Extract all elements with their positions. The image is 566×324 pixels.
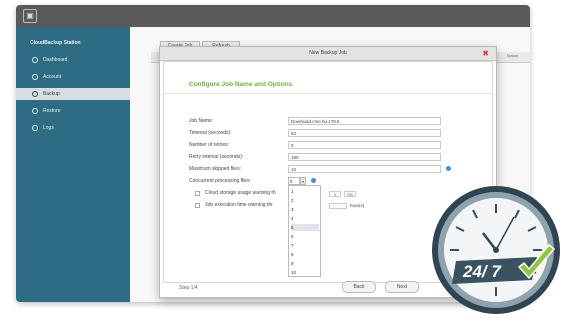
concurrent-select[interactable]: 5: [288, 177, 300, 185]
clock-center: [493, 247, 499, 253]
retries-input[interactable]: 5: [288, 141, 441, 149]
sidebar-item-dashboard[interactable]: Dashboard: [16, 54, 130, 66]
sidebar-item-restore[interactable]: Restore: [16, 105, 130, 117]
retries-label: Number of retries:: [189, 142, 230, 148]
top-bar: ▣: [16, 5, 530, 27]
dropdown-option[interactable]: 4: [291, 215, 319, 222]
account-icon: [32, 74, 38, 80]
cloud-usage-label: Cloud storage usage warning th: [205, 190, 276, 196]
dropdown-option[interactable]: 9: [291, 260, 319, 267]
dropdown-option[interactable]: 2: [291, 197, 319, 204]
usage-unit-select[interactable]: GB: [344, 191, 356, 197]
badge-text: 24/ 7: [462, 262, 502, 281]
exec-time-input[interactable]: [329, 203, 347, 209]
sidebar-title: CloudBackup Station: [30, 40, 81, 46]
chevron-down-icon[interactable]: ▾: [300, 177, 306, 185]
dropdown-option[interactable]: 7: [291, 242, 319, 249]
concurrent-label: Concurrent processing files:: [189, 178, 251, 184]
timeout-label: Timeout (seconds):: [189, 130, 232, 136]
retry-interval-input[interactable]: 180: [288, 153, 441, 161]
exec-time-label: Job execution time warning thr: [205, 202, 273, 208]
cloud-usage-checkbox[interactable]: [195, 191, 200, 196]
max-skipped-label: Maximum skipped files:: [189, 166, 241, 172]
dropdown-option[interactable]: 3: [291, 206, 319, 213]
sidebar-item-label: Restore: [43, 108, 61, 114]
sidebar-item-account[interactable]: Account: [16, 71, 130, 83]
dropdown-option[interactable]: 10: [291, 269, 319, 276]
restore-icon: [32, 108, 38, 114]
next-button[interactable]: Next: [385, 281, 419, 293]
divider: [164, 93, 492, 94]
sidebar-item-backup[interactable]: Backup: [16, 88, 130, 100]
exec-time-checkbox[interactable]: [195, 203, 200, 208]
section-title: Configure Job Name and Options: [189, 81, 293, 88]
dropdown-option[interactable]: 8: [291, 251, 319, 258]
dropdown-option-selected[interactable]: 5: [291, 224, 319, 231]
close-icon[interactable]: ✖: [482, 47, 489, 60]
dropdown-option[interactable]: 1: [291, 188, 319, 195]
grid-column-header[interactable]: Status: [507, 53, 518, 58]
backup-icon: [32, 91, 38, 97]
sidebar-item-label: Backup: [43, 91, 60, 97]
job-name-label: Job Name:: [189, 118, 214, 124]
sidebar-item-label: Dashboard: [43, 57, 68, 63]
clock-badge: 24/ 7: [432, 186, 560, 314]
timeout-input[interactable]: 60: [288, 129, 441, 137]
usage-threshold-input[interactable]: 0: [329, 191, 341, 197]
sidebar-item-logs[interactable]: Logs: [16, 122, 130, 134]
dialog-title-text: New Backup Job: [309, 50, 347, 56]
logs-icon: [32, 125, 38, 131]
retry-interval-label: Retry interval (seconds):: [189, 154, 244, 160]
step-indicator: Step 1/4: [179, 285, 198, 291]
sidebar-item-label: Account: [43, 74, 62, 80]
dropdown-option[interactable]: 6: [291, 233, 319, 240]
sidebar-item-label: Logs: [43, 125, 54, 131]
info-icon[interactable]: [311, 178, 316, 183]
hours-label: hour(s): [350, 203, 365, 208]
max-skipped-input[interactable]: 10: [288, 165, 441, 173]
concurrent-dropdown-list: 1 2 3 4 5 6 7 8 9 10: [288, 185, 321, 277]
dashboard-icon: [32, 57, 38, 63]
sidebar: CloudBackup Station Dashboard Account Ba…: [16, 27, 130, 302]
back-button[interactable]: Back: [342, 281, 376, 293]
dialog-title: New Backup Job ✖: [160, 47, 496, 61]
job-name-input[interactable]: Download.cme.bu.178.8: [288, 117, 441, 125]
app-logo-icon[interactable]: ▣: [23, 9, 37, 23]
